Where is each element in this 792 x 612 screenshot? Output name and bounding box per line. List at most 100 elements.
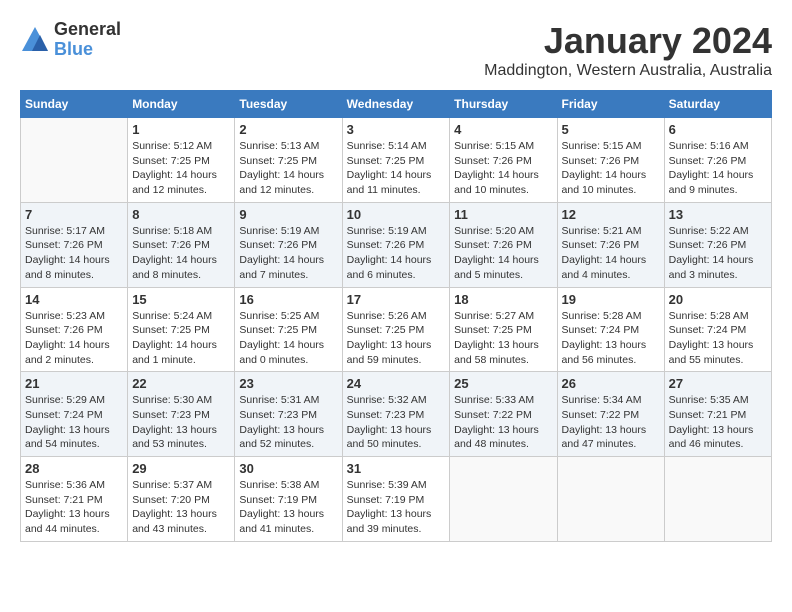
day-number: 5 [562,122,660,137]
column-header-saturday: Saturday [664,91,771,118]
calendar-day-cell: 4 Sunrise: 5:15 AM Sunset: 7:26 PM Daylig… [450,118,557,203]
day-info: Sunrise: 5:37 AM Sunset: 7:20 PM Dayligh… [132,478,230,537]
column-header-monday: Monday [128,91,235,118]
day-number: 25 [454,376,552,391]
day-number: 14 [25,292,123,307]
calendar-day-cell: 20 Sunrise: 5:28 AM Sunset: 7:24 PM Dayli… [664,287,771,372]
day-number: 24 [347,376,446,391]
day-info: Sunrise: 5:26 AM Sunset: 7:25 PM Dayligh… [347,309,446,368]
day-info: Sunrise: 5:19 AM Sunset: 7:26 PM Dayligh… [239,224,337,283]
day-number: 2 [239,122,337,137]
day-info: Sunrise: 5:35 AM Sunset: 7:21 PM Dayligh… [669,393,767,452]
calendar-week-row: 28 Sunrise: 5:36 AM Sunset: 7:21 PM Dayli… [21,457,772,542]
day-number: 19 [562,292,660,307]
calendar-day-cell: 15 Sunrise: 5:24 AM Sunset: 7:25 PM Dayli… [128,287,235,372]
calendar-day-cell [450,457,557,542]
day-info: Sunrise: 5:15 AM Sunset: 7:26 PM Dayligh… [562,139,660,198]
day-info: Sunrise: 5:29 AM Sunset: 7:24 PM Dayligh… [25,393,123,452]
day-number: 6 [669,122,767,137]
day-info: Sunrise: 5:27 AM Sunset: 7:25 PM Dayligh… [454,309,552,368]
calendar-day-cell: 3 Sunrise: 5:14 AM Sunset: 7:25 PM Daylig… [342,118,450,203]
day-info: Sunrise: 5:22 AM Sunset: 7:26 PM Dayligh… [669,224,767,283]
logo: General Blue [20,20,121,60]
month-title: January 2024 [484,20,772,62]
calendar-day-cell: 30 Sunrise: 5:38 AM Sunset: 7:19 PM Dayli… [235,457,342,542]
calendar-day-cell: 16 Sunrise: 5:25 AM Sunset: 7:25 PM Dayli… [235,287,342,372]
day-info: Sunrise: 5:16 AM Sunset: 7:26 PM Dayligh… [669,139,767,198]
day-number: 30 [239,461,337,476]
day-number: 28 [25,461,123,476]
calendar-day-cell: 26Sunrise: 5:34 AM Sunset: 7:22 PM Dayli… [557,372,664,457]
column-header-wednesday: Wednesday [342,91,450,118]
day-info: Sunrise: 5:32 AM Sunset: 7:23 PM Dayligh… [347,393,446,452]
day-info: Sunrise: 5:34 AM Sunset: 7:22 PM Dayligh… [562,393,660,452]
calendar-day-cell: 23 Sunrise: 5:31 AM Sunset: 7:23 PM Dayli… [235,372,342,457]
calendar-day-cell: 25 Sunrise: 5:33 AM Sunset: 7:22 PM Dayli… [450,372,557,457]
calendar-day-cell: 24 Sunrise: 5:32 AM Sunset: 7:23 PM Dayli… [342,372,450,457]
column-header-sunday: Sunday [21,91,128,118]
day-number: 13 [669,207,767,222]
day-number: 10 [347,207,446,222]
calendar-day-cell [557,457,664,542]
calendar-day-cell: 11 Sunrise: 5:20 AM Sunset: 7:26 PM Dayli… [450,202,557,287]
calendar-day-cell: 5 Sunrise: 5:15 AM Sunset: 7:26 PM Daylig… [557,118,664,203]
day-number: 4 [454,122,552,137]
calendar-week-row: 1 Sunrise: 5:12 AM Sunset: 7:25 PM Daylig… [21,118,772,203]
calendar-week-row: 7Sunrise: 5:17 AM Sunset: 7:26 PM Daylig… [21,202,772,287]
column-header-tuesday: Tuesday [235,91,342,118]
logo-text: General Blue [54,20,121,60]
calendar-day-cell: 9 Sunrise: 5:19 AM Sunset: 7:26 PM Daylig… [235,202,342,287]
calendar-day-cell: 10 Sunrise: 5:19 AM Sunset: 7:26 PM Dayli… [342,202,450,287]
day-number: 23 [239,376,337,391]
day-number: 17 [347,292,446,307]
calendar-day-cell [21,118,128,203]
day-info: Sunrise: 5:12 AM Sunset: 7:25 PM Dayligh… [132,139,230,198]
day-info: Sunrise: 5:38 AM Sunset: 7:19 PM Dayligh… [239,478,337,537]
day-info: Sunrise: 5:36 AM Sunset: 7:21 PM Dayligh… [25,478,123,537]
day-info: Sunrise: 5:23 AM Sunset: 7:26 PM Dayligh… [25,309,123,368]
calendar-day-cell: 27 Sunrise: 5:35 AM Sunset: 7:21 PM Dayli… [664,372,771,457]
calendar-day-cell: 14 Sunrise: 5:23 AM Sunset: 7:26 PM Dayli… [21,287,128,372]
day-info: Sunrise: 5:24 AM Sunset: 7:25 PM Dayligh… [132,309,230,368]
day-number: 18 [454,292,552,307]
day-info: Sunrise: 5:25 AM Sunset: 7:25 PM Dayligh… [239,309,337,368]
calendar-day-cell: 31 Sunrise: 5:39 AM Sunset: 7:19 PM Dayli… [342,457,450,542]
calendar-day-cell: 21Sunrise: 5:29 AM Sunset: 7:24 PM Dayli… [21,372,128,457]
day-number: 11 [454,207,552,222]
day-number: 22 [132,376,230,391]
day-info: Sunrise: 5:33 AM Sunset: 7:22 PM Dayligh… [454,393,552,452]
day-info: Sunrise: 5:30 AM Sunset: 7:23 PM Dayligh… [132,393,230,452]
day-info: Sunrise: 5:13 AM Sunset: 7:25 PM Dayligh… [239,139,337,198]
day-info: Sunrise: 5:31 AM Sunset: 7:23 PM Dayligh… [239,393,337,452]
day-info: Sunrise: 5:17 AM Sunset: 7:26 PM Dayligh… [25,224,123,283]
calendar-header-row: SundayMondayTuesdayWednesdayThursdayFrid… [21,91,772,118]
day-number: 20 [669,292,767,307]
day-number: 3 [347,122,446,137]
day-info: Sunrise: 5:28 AM Sunset: 7:24 PM Dayligh… [669,309,767,368]
day-info: Sunrise: 5:15 AM Sunset: 7:26 PM Dayligh… [454,139,552,198]
day-number: 27 [669,376,767,391]
day-info: Sunrise: 5:18 AM Sunset: 7:26 PM Dayligh… [132,224,230,283]
day-number: 29 [132,461,230,476]
day-number: 15 [132,292,230,307]
calendar-week-row: 14 Sunrise: 5:23 AM Sunset: 7:26 PM Dayli… [21,287,772,372]
day-number: 16 [239,292,337,307]
day-info: Sunrise: 5:39 AM Sunset: 7:19 PM Dayligh… [347,478,446,537]
calendar-day-cell: 28 Sunrise: 5:36 AM Sunset: 7:21 PM Dayli… [21,457,128,542]
day-number: 31 [347,461,446,476]
calendar-day-cell: 6 Sunrise: 5:16 AM Sunset: 7:26 PM Daylig… [664,118,771,203]
day-info: Sunrise: 5:19 AM Sunset: 7:26 PM Dayligh… [347,224,446,283]
day-number: 1 [132,122,230,137]
calendar-day-cell: 2 Sunrise: 5:13 AM Sunset: 7:25 PM Daylig… [235,118,342,203]
day-info: Sunrise: 5:20 AM Sunset: 7:26 PM Dayligh… [454,224,552,283]
day-number: 9 [239,207,337,222]
day-number: 12 [562,207,660,222]
calendar-day-cell: 17 Sunrise: 5:26 AM Sunset: 7:25 PM Dayli… [342,287,450,372]
logo-icon [20,25,50,55]
logo-blue: Blue [54,40,121,60]
calendar-week-row: 21Sunrise: 5:29 AM Sunset: 7:24 PM Dayli… [21,372,772,457]
column-header-friday: Friday [557,91,664,118]
day-info: Sunrise: 5:14 AM Sunset: 7:25 PM Dayligh… [347,139,446,198]
calendar-day-cell: 19Sunrise: 5:28 AM Sunset: 7:24 PM Dayli… [557,287,664,372]
column-header-thursday: Thursday [450,91,557,118]
